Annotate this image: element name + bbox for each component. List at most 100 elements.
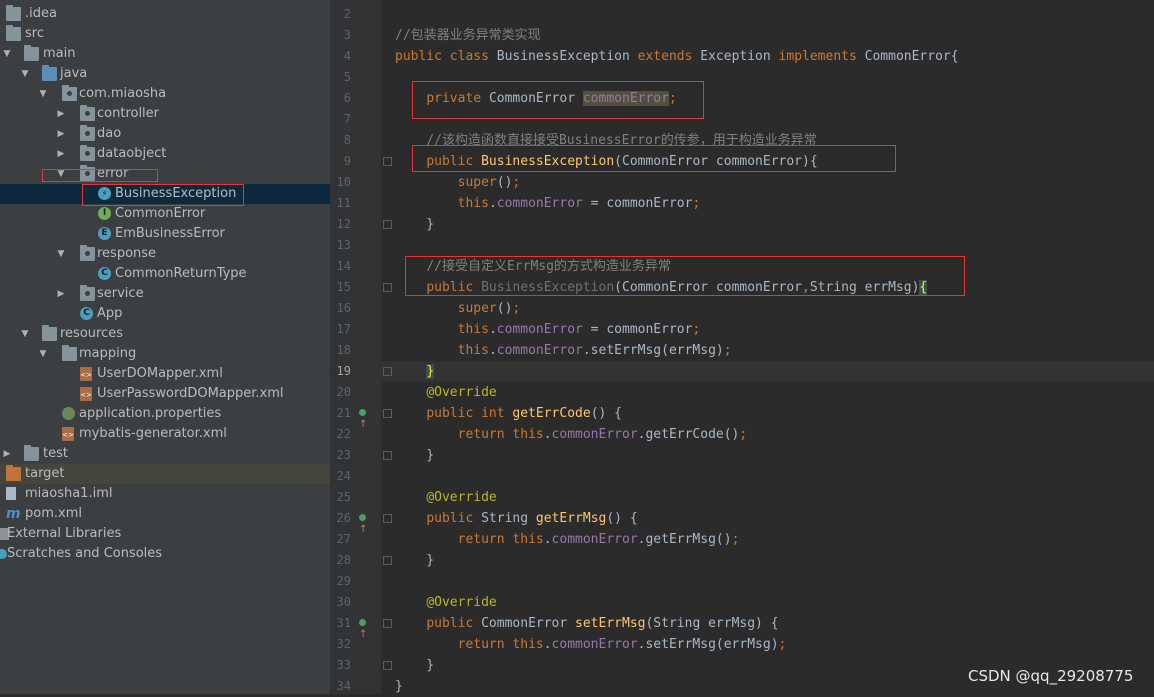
code-line[interactable]: public class BusinessException extends E…	[395, 46, 959, 67]
code-line[interactable]: public String getErrMsg() {	[395, 508, 637, 529]
code-line[interactable]: public BusinessException(CommonError com…	[395, 151, 817, 172]
tree-item[interactable]: target	[0, 464, 330, 484]
code-line[interactable]: }	[395, 445, 434, 466]
code-token: public int	[426, 406, 513, 421]
expand-arrow-down-icon[interactable]: ▼	[56, 244, 66, 264]
expand-arrow-right-icon[interactable]: ▶	[56, 104, 66, 124]
expand-arrow-down-icon[interactable]: ▼	[38, 344, 48, 364]
expand-arrow-right-icon[interactable]: ▶	[56, 284, 66, 304]
exception-class-icon: ⚡	[98, 187, 111, 200]
code-token: (CommonError commonError	[614, 280, 803, 295]
code-line[interactable]: super();	[395, 298, 521, 319]
fold-marker-icon[interactable]	[383, 157, 392, 166]
fold-marker-icon[interactable]	[383, 220, 392, 229]
expand-arrow-right-icon[interactable]: ▶	[56, 144, 66, 164]
code-line[interactable]: @Override	[395, 382, 496, 403]
override-marker-icon[interactable]: ↑	[359, 512, 371, 535]
fold-marker-icon[interactable]	[383, 283, 392, 292]
tree-item[interactable]: m pom.xml	[0, 504, 330, 524]
code-line[interactable]: return this.commonError.setErrMsg(errMsg…	[395, 634, 787, 655]
code-line[interactable]: }	[395, 655, 434, 676]
fold-marker-icon[interactable]	[383, 367, 392, 376]
code-line[interactable]: this.commonError.setErrMsg(errMsg);	[395, 340, 732, 361]
expand-arrow-down-icon[interactable]: ▼	[2, 44, 12, 64]
override-marker-icon[interactable]: ↑	[359, 617, 371, 640]
tree-item[interactable]: ⚡ BusinessException	[0, 184, 330, 204]
line-number: 5	[343, 70, 351, 84]
tree-item[interactable]: ▼ resources	[0, 324, 330, 344]
tree-item[interactable]: ▼ error	[0, 164, 330, 184]
folder-icon	[62, 345, 77, 361]
tree-item[interactable]: ▼ main	[0, 44, 330, 64]
code-line[interactable]: return this.commonError.getErrMsg();	[395, 529, 740, 550]
tree-item[interactable]: ▼ com.miaosha	[0, 84, 330, 104]
expand-arrow-down-icon[interactable]: ▼	[20, 324, 30, 344]
code-line[interactable]: //包装器业务异常类实现	[395, 25, 541, 46]
code-token: = commonError	[582, 196, 693, 211]
code-line[interactable]: //该构造函数直接接受BusinessError的传参，用于构造业务异常	[395, 130, 816, 151]
tree-item[interactable]: ▶ controller	[0, 104, 330, 124]
tree-item[interactable]: <> mybatis-generator.xml	[0, 424, 330, 444]
tree-item[interactable]: application.properties	[0, 404, 330, 424]
code-token: public class	[395, 49, 497, 64]
fold-marker-icon[interactable]	[383, 619, 392, 628]
code-token: ;	[668, 91, 677, 106]
code-token: String errMsg)	[809, 280, 920, 295]
fold-marker-icon[interactable]	[383, 451, 392, 460]
tree-item[interactable]: ▶ test	[0, 444, 330, 464]
expand-arrow-right-icon[interactable]: ▶	[2, 444, 12, 464]
tree-item[interactable]: Scratches and Consoles	[0, 544, 330, 564]
expand-arrow-right-icon[interactable]: ▶	[56, 124, 66, 144]
code-line[interactable]: public BusinessException(CommonError com…	[395, 277, 928, 298]
folder-icon	[24, 445, 39, 461]
code-line[interactable]: @Override	[395, 487, 496, 508]
code-line[interactable]: private CommonError commonError;	[395, 88, 677, 109]
current-line-highlight	[331, 361, 1154, 382]
code-line[interactable]: @Override	[395, 592, 496, 613]
fold-marker-icon[interactable]	[383, 556, 392, 565]
tree-item[interactable]: ▶ service	[0, 284, 330, 304]
tree-item[interactable]: ▼ java	[0, 64, 330, 84]
code-line[interactable]: super();	[395, 172, 521, 193]
code-line[interactable]: }	[395, 550, 434, 571]
code-line[interactable]: public int getErrCode() {	[395, 403, 622, 424]
tree-item[interactable]: ▼ response	[0, 244, 330, 264]
fold-marker-icon[interactable]	[383, 409, 392, 418]
code-line[interactable]: }	[395, 214, 434, 235]
code-line[interactable]: }	[395, 361, 435, 382]
tree-item[interactable]: src	[0, 24, 330, 44]
expand-arrow-down-icon[interactable]: ▼	[20, 64, 30, 84]
line-number: 29	[336, 574, 351, 588]
code-line[interactable]: //接受自定义ErrMsg的方式构造业务异常	[395, 256, 671, 277]
code-line[interactable]: public CommonError setErrMsg(String errM…	[395, 613, 778, 634]
tree-item[interactable]: ▼ mapping	[0, 344, 330, 364]
tree-item[interactable]: <> UserDOMapper.xml	[0, 364, 330, 384]
code-line[interactable]: return this.commonError.getErrCode();	[395, 424, 748, 445]
fold-marker-icon[interactable]	[383, 661, 392, 670]
code-line[interactable]: this.commonError = commonError;	[395, 319, 701, 340]
tree-item[interactable]: E EmBusinessError	[0, 224, 330, 244]
fold-marker-icon[interactable]	[383, 514, 392, 523]
tree-item[interactable]: .idea	[0, 4, 330, 24]
code-line[interactable]: this.commonError = commonError;	[395, 193, 701, 214]
line-number: 18	[336, 343, 351, 357]
line-number: 7	[343, 112, 351, 126]
tree-item[interactable]: <> UserPasswordDOMapper.xml	[0, 384, 330, 404]
tree-item[interactable]: C App	[0, 304, 330, 324]
override-marker-icon[interactable]: ↑	[359, 407, 371, 430]
expand-arrow-down-icon[interactable]: ▼	[38, 84, 48, 104]
code-token: () {	[590, 406, 622, 421]
tree-item[interactable]: ▶ dao	[0, 124, 330, 144]
tree-item[interactable]: ▶ dataobject	[0, 144, 330, 164]
tree-item[interactable]: I CommonError	[0, 204, 330, 224]
tree-item[interactable]: External Libraries	[0, 524, 330, 544]
code-token: commonError	[551, 637, 638, 652]
expand-arrow-down-icon[interactable]: ▼	[56, 164, 66, 184]
tree-item[interactable]: C CommonReturnType	[0, 264, 330, 284]
line-number: 21	[336, 406, 351, 420]
tree-item[interactable]: miaosha1.iml	[0, 484, 330, 504]
